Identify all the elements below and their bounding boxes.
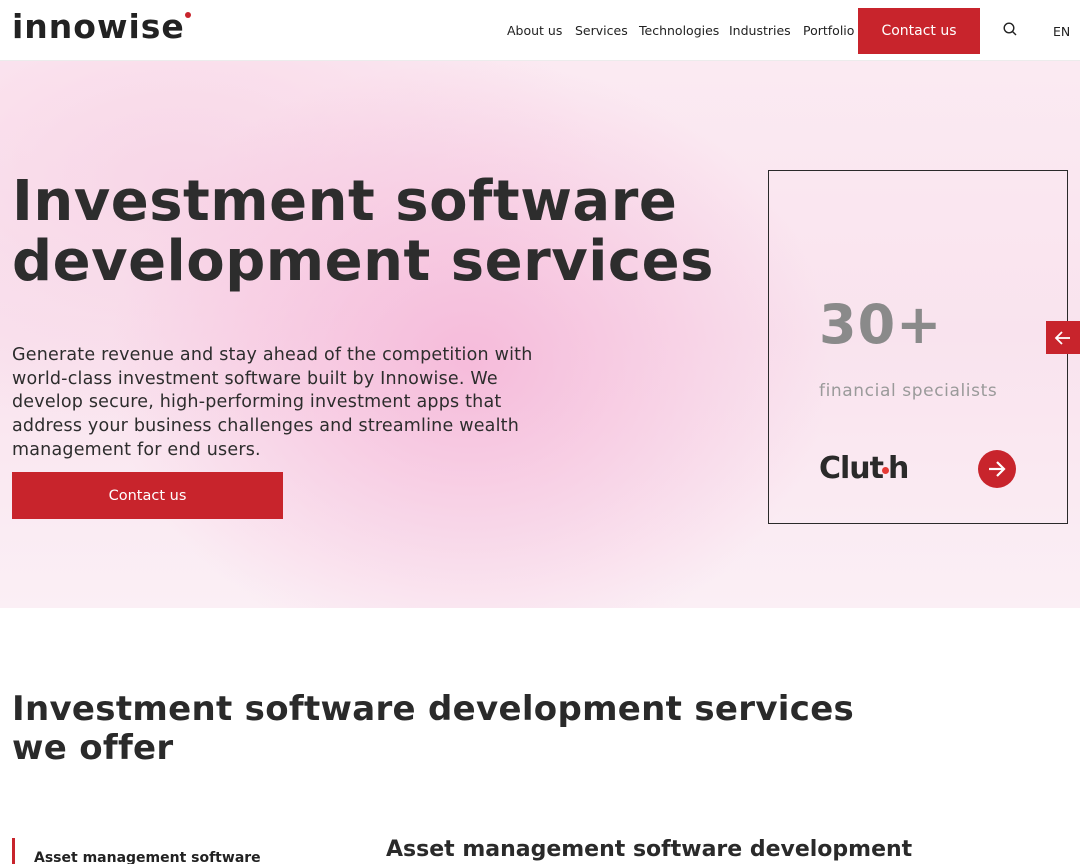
service-item-asset-management[interactable]: Asset management software <box>34 850 261 864</box>
stat-card: 30+ financial specialists Clut h <box>768 170 1068 524</box>
stat-value: 30+ <box>819 293 943 356</box>
logo-dot <box>184 12 191 18</box>
service-detail-title: Asset management software development <box>386 837 913 862</box>
stat-label: financial specialists <box>819 381 998 401</box>
active-item-indicator <box>12 838 15 864</box>
hero-description: Generate revenue and stay ahead of the c… <box>12 345 533 460</box>
clutch-logo-left: Clut <box>819 451 884 486</box>
clutch-logo-right: h <box>888 451 909 486</box>
logo-text: innowise <box>12 7 185 46</box>
nav-services[interactable]: Services <box>575 23 628 38</box>
hero-title-line-1: Investment software <box>12 169 678 234</box>
clutch-logo: Clut h <box>819 451 909 486</box>
hero-title-line-2: development services <box>12 229 714 294</box>
search-icon[interactable] <box>1002 21 1018 37</box>
services-title-line-2: we offer <box>12 728 174 768</box>
innowise-logo[interactable]: innowise <box>12 7 191 46</box>
header-contact-button[interactable]: Contact us <box>858 8 980 54</box>
nav-about-us[interactable]: About us <box>507 23 562 38</box>
hero-section: Investment software development services… <box>0 61 1080 608</box>
hero-contact-button[interactable]: Contact us <box>12 472 283 519</box>
nav-portfolio[interactable]: Portfolio <box>803 23 854 38</box>
services-title-line-1: Investment software development services <box>12 689 855 729</box>
services-title: Investment software development services… <box>12 690 854 768</box>
hero-title: Investment software development services <box>12 172 714 292</box>
arrow-right-icon[interactable] <box>978 450 1016 488</box>
site-header: innowise About us Services Technologies … <box>0 0 1080 61</box>
clutch-logo-dot <box>882 467 889 474</box>
arrow-left-icon[interactable] <box>1046 321 1080 354</box>
language-selector[interactable]: EN <box>1053 24 1070 39</box>
nav-technologies[interactable]: Technologies <box>639 23 719 38</box>
nav-industries[interactable]: Industries <box>729 23 791 38</box>
